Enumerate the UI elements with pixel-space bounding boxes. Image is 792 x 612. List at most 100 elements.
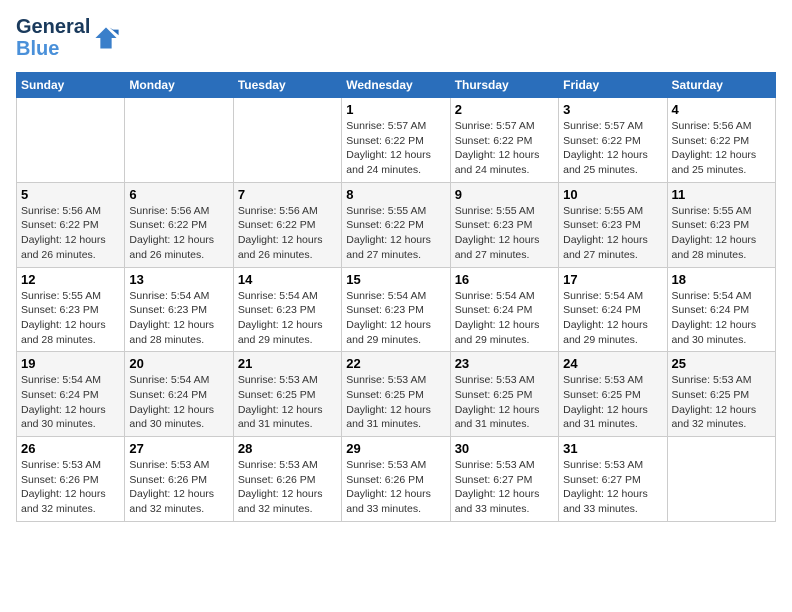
day-info: Sunrise: 5:54 AM Sunset: 6:23 PM Dayligh…	[238, 289, 337, 348]
day-number: 14	[238, 272, 337, 287]
calendar-cell: 20 Sunrise: 5:54 AM Sunset: 6:24 PM Dayli…	[125, 352, 233, 437]
page-header: GeneralBlue	[16, 16, 776, 60]
day-number: 29	[346, 441, 445, 456]
day-info: Sunrise: 5:54 AM Sunset: 6:24 PM Dayligh…	[455, 289, 554, 348]
calendar-cell: 30 Sunrise: 5:53 AM Sunset: 6:27 PM Dayli…	[450, 437, 558, 522]
day-info: Sunrise: 5:53 AM Sunset: 6:25 PM Dayligh…	[563, 373, 662, 432]
day-info: Sunrise: 5:54 AM Sunset: 6:23 PM Dayligh…	[346, 289, 445, 348]
day-number: 7	[238, 187, 337, 202]
day-number: 10	[563, 187, 662, 202]
col-header-saturday: Saturday	[667, 73, 775, 98]
day-info: Sunrise: 5:53 AM Sunset: 6:26 PM Dayligh…	[129, 458, 228, 517]
day-info: Sunrise: 5:53 AM Sunset: 6:25 PM Dayligh…	[346, 373, 445, 432]
day-info: Sunrise: 5:54 AM Sunset: 6:24 PM Dayligh…	[672, 289, 771, 348]
day-info: Sunrise: 5:54 AM Sunset: 6:24 PM Dayligh…	[563, 289, 662, 348]
day-info: Sunrise: 5:53 AM Sunset: 6:25 PM Dayligh…	[672, 373, 771, 432]
day-number: 23	[455, 356, 554, 371]
day-number: 8	[346, 187, 445, 202]
day-number: 24	[563, 356, 662, 371]
col-header-sunday: Sunday	[17, 73, 125, 98]
col-header-tuesday: Tuesday	[233, 73, 341, 98]
calendar-cell: 9 Sunrise: 5:55 AM Sunset: 6:23 PM Daylig…	[450, 182, 558, 267]
day-number: 16	[455, 272, 554, 287]
day-number: 20	[129, 356, 228, 371]
day-info: Sunrise: 5:57 AM Sunset: 6:22 PM Dayligh…	[455, 119, 554, 178]
day-info: Sunrise: 5:54 AM Sunset: 6:24 PM Dayligh…	[129, 373, 228, 432]
col-header-thursday: Thursday	[450, 73, 558, 98]
logo-icon	[92, 24, 120, 52]
calendar-cell: 17Sunrise: 5:54 AM Sunset: 6:24 PM Dayli…	[559, 267, 667, 352]
calendar-cell: 12 Sunrise: 5:55 AM Sunset: 6:23 PM Dayli…	[17, 267, 125, 352]
calendar-cell: 7 Sunrise: 5:56 AM Sunset: 6:22 PM Daylig…	[233, 182, 341, 267]
day-info: Sunrise: 5:53 AM Sunset: 6:25 PM Dayligh…	[238, 373, 337, 432]
calendar-cell: 14 Sunrise: 5:54 AM Sunset: 6:23 PM Dayli…	[233, 267, 341, 352]
calendar-cell: 3 Sunrise: 5:57 AM Sunset: 6:22 PM Daylig…	[559, 98, 667, 183]
calendar-cell	[125, 98, 233, 183]
calendar-cell: 15 Sunrise: 5:54 AM Sunset: 6:23 PM Dayli…	[342, 267, 450, 352]
calendar-cell: 31 Sunrise: 5:53 AM Sunset: 6:27 PM Dayli…	[559, 437, 667, 522]
day-info: Sunrise: 5:53 AM Sunset: 6:27 PM Dayligh…	[455, 458, 554, 517]
day-number: 5	[21, 187, 120, 202]
day-number: 13	[129, 272, 228, 287]
day-number: 18	[672, 272, 771, 287]
calendar-cell	[667, 437, 775, 522]
day-number: 11	[672, 187, 771, 202]
calendar-cell: 19 Sunrise: 5:54 AM Sunset: 6:24 PM Dayli…	[17, 352, 125, 437]
day-info: Sunrise: 5:53 AM Sunset: 6:25 PM Dayligh…	[455, 373, 554, 432]
calendar-cell: 24 Sunrise: 5:53 AM Sunset: 6:25 PM Dayli…	[559, 352, 667, 437]
calendar-cell: 6 Sunrise: 5:56 AM Sunset: 6:22 PM Daylig…	[125, 182, 233, 267]
day-number: 21	[238, 356, 337, 371]
calendar-cell: 25 Sunrise: 5:53 AM Sunset: 6:25 PM Dayli…	[667, 352, 775, 437]
day-number: 30	[455, 441, 554, 456]
calendar-cell: 18 Sunrise: 5:54 AM Sunset: 6:24 PM Dayli…	[667, 267, 775, 352]
day-info: Sunrise: 5:57 AM Sunset: 6:22 PM Dayligh…	[563, 119, 662, 178]
day-info: Sunrise: 5:53 AM Sunset: 6:27 PM Dayligh…	[563, 458, 662, 517]
day-number: 3	[563, 102, 662, 117]
calendar-cell: 13 Sunrise: 5:54 AM Sunset: 6:23 PM Dayli…	[125, 267, 233, 352]
day-info: Sunrise: 5:56 AM Sunset: 6:22 PM Dayligh…	[672, 119, 771, 178]
day-info: Sunrise: 5:54 AM Sunset: 6:23 PM Dayligh…	[129, 289, 228, 348]
calendar-cell	[233, 98, 341, 183]
calendar-cell: 29 Sunrise: 5:53 AM Sunset: 6:26 PM Dayli…	[342, 437, 450, 522]
calendar-cell: 1 Sunrise: 5:57 AM Sunset: 6:22 PM Daylig…	[342, 98, 450, 183]
day-info: Sunrise: 5:55 AM Sunset: 6:23 PM Dayligh…	[455, 204, 554, 263]
calendar-cell: 5 Sunrise: 5:56 AM Sunset: 6:22 PM Daylig…	[17, 182, 125, 267]
day-number: 1	[346, 102, 445, 117]
day-number: 25	[672, 356, 771, 371]
calendar-cell: 23 Sunrise: 5:53 AM Sunset: 6:25 PM Dayli…	[450, 352, 558, 437]
day-info: Sunrise: 5:56 AM Sunset: 6:22 PM Dayligh…	[129, 204, 228, 263]
day-number: 31	[563, 441, 662, 456]
day-number: 15	[346, 272, 445, 287]
day-number: 4	[672, 102, 771, 117]
day-info: Sunrise: 5:54 AM Sunset: 6:24 PM Dayligh…	[21, 373, 120, 432]
day-number: 9	[455, 187, 554, 202]
day-number: 6	[129, 187, 228, 202]
day-info: Sunrise: 5:55 AM Sunset: 6:22 PM Dayligh…	[346, 204, 445, 263]
day-number: 28	[238, 441, 337, 456]
calendar-cell: 28Sunrise: 5:53 AM Sunset: 6:26 PM Dayli…	[233, 437, 341, 522]
calendar-cell: 8 Sunrise: 5:55 AM Sunset: 6:22 PM Daylig…	[342, 182, 450, 267]
logo: GeneralBlue	[16, 16, 120, 60]
day-info: Sunrise: 5:56 AM Sunset: 6:22 PM Dayligh…	[21, 204, 120, 263]
calendar-cell: 16 Sunrise: 5:54 AM Sunset: 6:24 PM Dayli…	[450, 267, 558, 352]
day-info: Sunrise: 5:55 AM Sunset: 6:23 PM Dayligh…	[563, 204, 662, 263]
day-info: Sunrise: 5:55 AM Sunset: 6:23 PM Dayligh…	[21, 289, 120, 348]
calendar-cell: 21 Sunrise: 5:53 AM Sunset: 6:25 PM Dayli…	[233, 352, 341, 437]
calendar-cell: 27 Sunrise: 5:53 AM Sunset: 6:26 PM Dayli…	[125, 437, 233, 522]
day-number: 27	[129, 441, 228, 456]
calendar-cell: 4 Sunrise: 5:56 AM Sunset: 6:22 PM Daylig…	[667, 98, 775, 183]
calendar-cell: 2 Sunrise: 5:57 AM Sunset: 6:22 PM Daylig…	[450, 98, 558, 183]
day-number: 12	[21, 272, 120, 287]
calendar-table: SundayMondayTuesdayWednesdayThursdayFrid…	[16, 72, 776, 522]
day-info: Sunrise: 5:53 AM Sunset: 6:26 PM Dayligh…	[346, 458, 445, 517]
day-number: 19	[21, 356, 120, 371]
day-info: Sunrise: 5:56 AM Sunset: 6:22 PM Dayligh…	[238, 204, 337, 263]
calendar-cell: 26Sunrise: 5:53 AM Sunset: 6:26 PM Dayli…	[17, 437, 125, 522]
calendar-cell: 11Sunrise: 5:55 AM Sunset: 6:23 PM Dayli…	[667, 182, 775, 267]
day-info: Sunrise: 5:57 AM Sunset: 6:22 PM Dayligh…	[346, 119, 445, 178]
calendar-cell	[17, 98, 125, 183]
col-header-wednesday: Wednesday	[342, 73, 450, 98]
day-number: 2	[455, 102, 554, 117]
col-header-monday: Monday	[125, 73, 233, 98]
logo-text: GeneralBlue	[16, 16, 90, 60]
